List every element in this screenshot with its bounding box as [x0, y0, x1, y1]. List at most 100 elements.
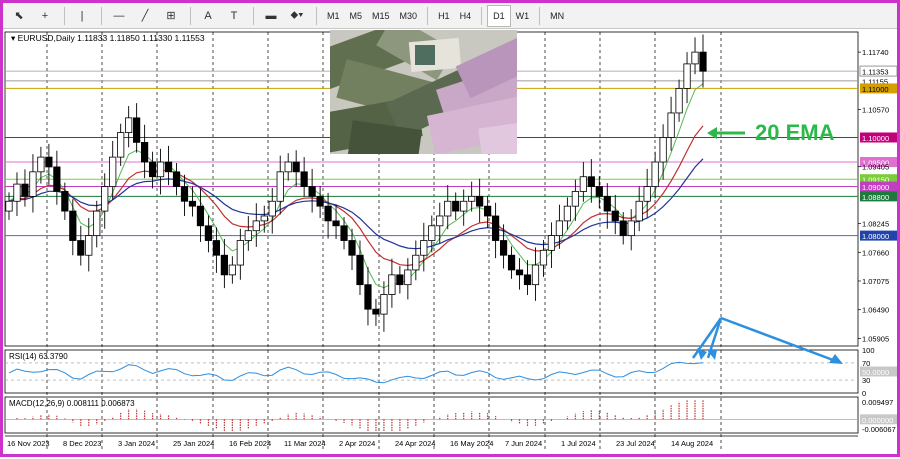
- time-axis-label: 14 Aug 2024: [671, 439, 713, 448]
- level-label: 1.08000: [862, 232, 889, 241]
- candle-body: [13, 183, 21, 202]
- candle-body: [180, 186, 189, 202]
- price-tick-label: 1.09405: [862, 163, 889, 172]
- timeframe-h4[interactable]: H4: [455, 5, 477, 27]
- toolbar-separator: [64, 6, 65, 25]
- candle-body: [133, 117, 141, 143]
- time-axis-label: 11 Mar 2024: [284, 439, 326, 448]
- candle-body: [420, 240, 428, 256]
- shapes-tool-button[interactable]: ⬥▾: [285, 5, 309, 27]
- macd-level-box-label: 0.000000: [862, 416, 893, 425]
- candle-body: [515, 269, 524, 276]
- vertical-line-icon: |: [80, 9, 84, 22]
- candle-body: [85, 235, 93, 256]
- timeframe-mn[interactable]: MN: [545, 5, 569, 27]
- candle-body: [571, 191, 579, 207]
- candle-body: [380, 294, 388, 315]
- timeframe-w1[interactable]: W1: [511, 5, 535, 27]
- candle-body: [21, 183, 29, 197]
- candle-body: [659, 137, 667, 163]
- level-label: 1.08800: [862, 193, 889, 202]
- candle-body: [404, 269, 412, 286]
- level-label: 1.10000: [862, 134, 889, 143]
- timeframe-m15[interactable]: M15: [367, 5, 395, 27]
- macd-label: MACD(12,26,9) 0.008111 0.006873: [9, 399, 135, 408]
- candle-body: [699, 51, 707, 72]
- price-tick-label: 1.07075: [862, 277, 889, 286]
- horizontal-line-tool-button[interactable]: —: [107, 5, 131, 27]
- time-axis-label: 1 Jul 2024: [561, 439, 596, 448]
- text-label-tool-button[interactable]: T: [222, 5, 246, 27]
- candle-body: [156, 161, 165, 178]
- price-tick-label: 1.11740: [862, 48, 889, 57]
- time-axis-label: 3 Jan 2024: [118, 439, 155, 448]
- candle-body: [683, 63, 691, 89]
- candle-body: [539, 249, 548, 266]
- label-icon: ▬: [265, 9, 277, 22]
- trendline-tool-button[interactable]: ╱: [133, 5, 157, 27]
- candle-body: [284, 161, 292, 173]
- macd-tick-label: -0.006067: [862, 425, 896, 434]
- time-axis-label: 16 Feb 2024: [229, 439, 271, 448]
- candle-body: [61, 191, 69, 212]
- candle-body: [675, 88, 683, 114]
- candle-body: [188, 200, 197, 207]
- candle-body: [212, 240, 221, 256]
- candle-body: [523, 274, 532, 286]
- shapes-icon: ⬥▾: [290, 9, 304, 21]
- rsi-level-box-label: 50.0000: [862, 368, 889, 377]
- candle-body: [204, 225, 213, 241]
- timeframe-m1[interactable]: M1: [322, 5, 345, 27]
- current-price-label: 1.11353: [862, 68, 889, 77]
- cursor-tool-button[interactable]: ⬉: [7, 5, 31, 27]
- candle-body: [53, 166, 61, 192]
- ema-annotation-label: 20 EMA: [755, 120, 835, 145]
- rectangle-label-tool-button[interactable]: ▬: [259, 5, 283, 27]
- candle-body: [101, 186, 109, 212]
- fibonacci-tool-button[interactable]: ⊞: [159, 5, 183, 27]
- candle-body: [499, 240, 508, 256]
- candle-body: [436, 215, 444, 227]
- candle-body: [547, 235, 556, 251]
- macd-tick-label: 0.009497: [862, 398, 893, 407]
- time-axis-label: 23 Jul 2024: [616, 439, 655, 448]
- price-tick-label: 1.08245: [862, 220, 889, 229]
- candle-body: [332, 220, 340, 227]
- candle-body: [164, 161, 173, 173]
- text-label-icon: T: [230, 9, 238, 22]
- candle-body: [643, 186, 651, 202]
- candle-body: [308, 186, 316, 197]
- price-tick-label: 1.05905: [862, 334, 889, 343]
- candle-body: [468, 195, 476, 202]
- candle-body: [396, 274, 404, 286]
- candle-body: [324, 205, 332, 222]
- candle-body: [507, 254, 516, 271]
- candle-body: [340, 225, 348, 241]
- toolbar-separator: [481, 6, 483, 25]
- crosshair-tool-button[interactable]: +: [33, 5, 57, 27]
- trendline-icon: ╱: [141, 10, 149, 22]
- candle-body: [555, 220, 564, 237]
- candle-body: [364, 284, 372, 310]
- candle-body: [276, 171, 284, 202]
- crosshair-icon: +: [41, 9, 49, 22]
- timeframe-h1[interactable]: H1: [433, 5, 455, 27]
- timeframe-m5[interactable]: M5: [345, 5, 368, 27]
- text-tool-button[interactable]: A: [196, 5, 220, 27]
- toolbar-separator: [190, 6, 191, 25]
- candle-body: [412, 254, 420, 271]
- timeframe-m30[interactable]: M30: [395, 5, 423, 27]
- candle-body: [220, 254, 228, 276]
- candle-body: [587, 176, 595, 187]
- price-tick-label: 1.07660: [862, 248, 889, 257]
- candle-body: [228, 264, 236, 276]
- level-label: 1.09000: [862, 183, 889, 192]
- fibonacci-icon: ⊞: [166, 10, 176, 22]
- candle-body: [348, 240, 356, 256]
- timeframe-d1[interactable]: D1: [487, 4, 511, 27]
- toolbar-separator: [427, 6, 429, 25]
- price-tick-label: 1.10570: [862, 106, 889, 115]
- candle-body: [627, 220, 635, 237]
- time-axis-label: 7 Jun 2024: [505, 439, 542, 448]
- vertical-line-tool-button[interactable]: |: [70, 5, 94, 27]
